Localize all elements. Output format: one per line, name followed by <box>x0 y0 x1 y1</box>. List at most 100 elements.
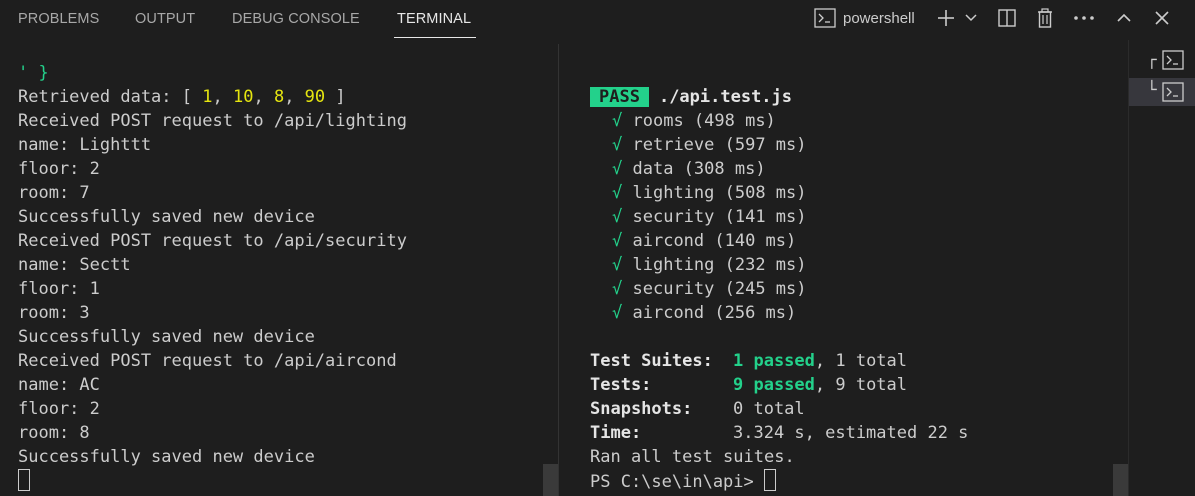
test-name: lighting (508 ms) <box>632 183 807 203</box>
terminal-line: room: 8 <box>18 423 90 443</box>
terminal-line: Received POST request to /api/lighting <box>18 111 407 131</box>
terminal-line: Successfully saved new device <box>18 447 315 467</box>
test-result-row: √ retrieve (597 ms) <box>612 133 807 157</box>
check-icon: √ <box>612 111 623 131</box>
terminal-line: name: Sectt <box>18 255 131 275</box>
test-result-row: √ lighting (232 ms) <box>612 253 807 277</box>
terminal-icon <box>1162 82 1184 102</box>
array-value: 1 <box>202 87 213 107</box>
terminal-line: Successfully saved new device <box>18 327 315 347</box>
summary-value: 3.324 s, estimated 22 s <box>733 423 969 443</box>
test-result-row: √ security (141 ms) <box>612 205 807 229</box>
summary-total: , 9 total <box>814 375 908 395</box>
close-panel-icon[interactable] <box>1150 6 1174 30</box>
summary-suites-line: Test Suites: 1 passed, 1 total <box>590 349 907 373</box>
check-icon: √ <box>612 135 623 155</box>
summary-passed: 9 passed <box>733 375 815 395</box>
array-value: 8 <box>273 87 285 107</box>
test-file-line: PASS ./api.test.js <box>590 85 792 109</box>
tree-branch-icon: ┌ <box>1147 50 1157 69</box>
panel-tab-bar: PROBLEMS OUTPUT DEBUG CONSOLE TERMINAL p… <box>0 0 1195 40</box>
test-name: data (308 ms) <box>632 159 766 179</box>
summary-time-line: Time: 3.324 s, estimated 22 s <box>590 421 968 445</box>
test-name: retrieve (597 ms) <box>632 135 807 155</box>
split-terminal-icon[interactable] <box>994 6 1020 30</box>
new-terminal-plus-icon[interactable] <box>934 6 958 30</box>
terminal-line: room: 7 <box>18 183 90 203</box>
test-result-row: √ aircond (256 ms) <box>612 301 796 325</box>
retrieved-data-line: Retrieved data: [ 1, 10, 8, 90 ] <box>18 87 346 107</box>
summary-snapshots-line: Snapshots: 0 total <box>590 397 805 421</box>
test-name: aircond (140 ms) <box>632 231 797 251</box>
terminal-instance-2[interactable]: └ <box>1129 78 1195 106</box>
test-result-row: √ security (245 ms) <box>612 277 807 301</box>
summary-value: 0 total <box>733 399 805 419</box>
shell-prompt: PS C:\se\in\api> <box>590 472 764 492</box>
test-file-name: ./api.test.js <box>658 87 793 107</box>
tab-debug-console[interactable]: DEBUG CONSOLE <box>232 11 360 27</box>
chevron-down-icon[interactable] <box>962 6 980 30</box>
terminal-cursor <box>764 469 776 491</box>
test-name: rooms (498 ms) <box>632 111 776 131</box>
terminal-tabs-list: ┌ └ <box>1128 40 1195 496</box>
terminal-line: room: 3 <box>18 303 90 323</box>
terminal-line: Received POST request to /api/security <box>18 231 407 251</box>
test-result-row: √ lighting (508 ms) <box>612 181 807 205</box>
terminal-instance-1[interactable]: ┌ <box>1129 48 1195 76</box>
terminal-line: name: Lighttt <box>18 135 152 155</box>
summary-label: Test Suites: <box>590 351 713 371</box>
active-tab-indicator <box>394 37 476 38</box>
check-icon: √ <box>612 303 623 323</box>
terminal-line: floor: 1 <box>18 279 100 299</box>
test-name: security (141 ms) <box>632 207 807 227</box>
terminal-pane-left[interactable]: ' } Retrieved data: [ 1, 10, 8, 90 ] Rec… <box>0 40 545 496</box>
terminal-cursor <box>18 469 30 491</box>
test-name: security (245 ms) <box>632 279 807 299</box>
terminal-text: Retrieved data: [ <box>18 87 203 107</box>
pass-badge: PASS <box>590 87 649 107</box>
tab-problems[interactable]: PROBLEMS <box>18 11 99 27</box>
trash-icon[interactable] <box>1032 6 1058 30</box>
test-result-row: √ aircond (140 ms) <box>612 229 796 253</box>
test-name: lighting (232 ms) <box>632 255 807 275</box>
prompt-line: PS C:\se\in\api> <box>590 469 776 493</box>
terminal-pane-right[interactable]: PASS ./api.test.js √ rooms (498 ms) √ ret… <box>560 40 1128 496</box>
summary-total: , 1 total <box>814 351 908 371</box>
tab-output[interactable]: OUTPUT <box>135 11 195 27</box>
summary-label: Time: <box>590 423 642 443</box>
terminal-line: floor: 2 <box>18 159 100 179</box>
split-divider[interactable] <box>558 44 559 496</box>
scrollbar-left[interactable] <box>543 464 558 496</box>
terminal-text: ] <box>325 87 346 107</box>
terminal-cursor-line <box>18 469 30 493</box>
check-icon: √ <box>612 159 623 179</box>
terminal-line: name: AC <box>18 375 100 395</box>
test-name: aircond (256 ms) <box>632 303 797 323</box>
check-icon: √ <box>612 279 623 299</box>
check-icon: √ <box>612 255 623 275</box>
terminal-text: ' } <box>18 63 49 83</box>
terminal-icon <box>1162 50 1184 70</box>
maximize-panel-chevron-up-icon[interactable] <box>1112 6 1136 30</box>
terminal-line: floor: 2 <box>18 399 100 419</box>
check-icon: √ <box>612 231 623 251</box>
check-icon: √ <box>612 183 623 203</box>
array-value: 90 <box>304 87 326 107</box>
scrollbar-right[interactable] <box>1113 464 1128 496</box>
terminal-line: ' } <box>18 61 49 85</box>
ran-all-line: Ran all test suites. <box>590 447 795 467</box>
terminal-line: Received POST request to /api/aircond <box>18 351 397 371</box>
check-icon: √ <box>612 207 623 227</box>
summary-label: Snapshots: <box>590 399 693 419</box>
terminal-icon[interactable] <box>812 6 838 30</box>
more-actions-icon[interactable] <box>1070 6 1098 30</box>
summary-label: Tests: <box>590 375 652 395</box>
tab-terminal[interactable]: TERMINAL <box>397 11 471 27</box>
test-result-row: √ data (308 ms) <box>612 157 766 181</box>
terminal-profile-label[interactable]: powershell <box>843 6 933 30</box>
array-value: 10 <box>232 87 254 107</box>
summary-tests-line: Tests: 9 passed, 9 total <box>590 373 907 397</box>
test-result-row: √ rooms (498 ms) <box>612 109 776 133</box>
terminal-line: Successfully saved new device <box>18 207 315 227</box>
tree-branch-icon: └ <box>1147 80 1157 99</box>
